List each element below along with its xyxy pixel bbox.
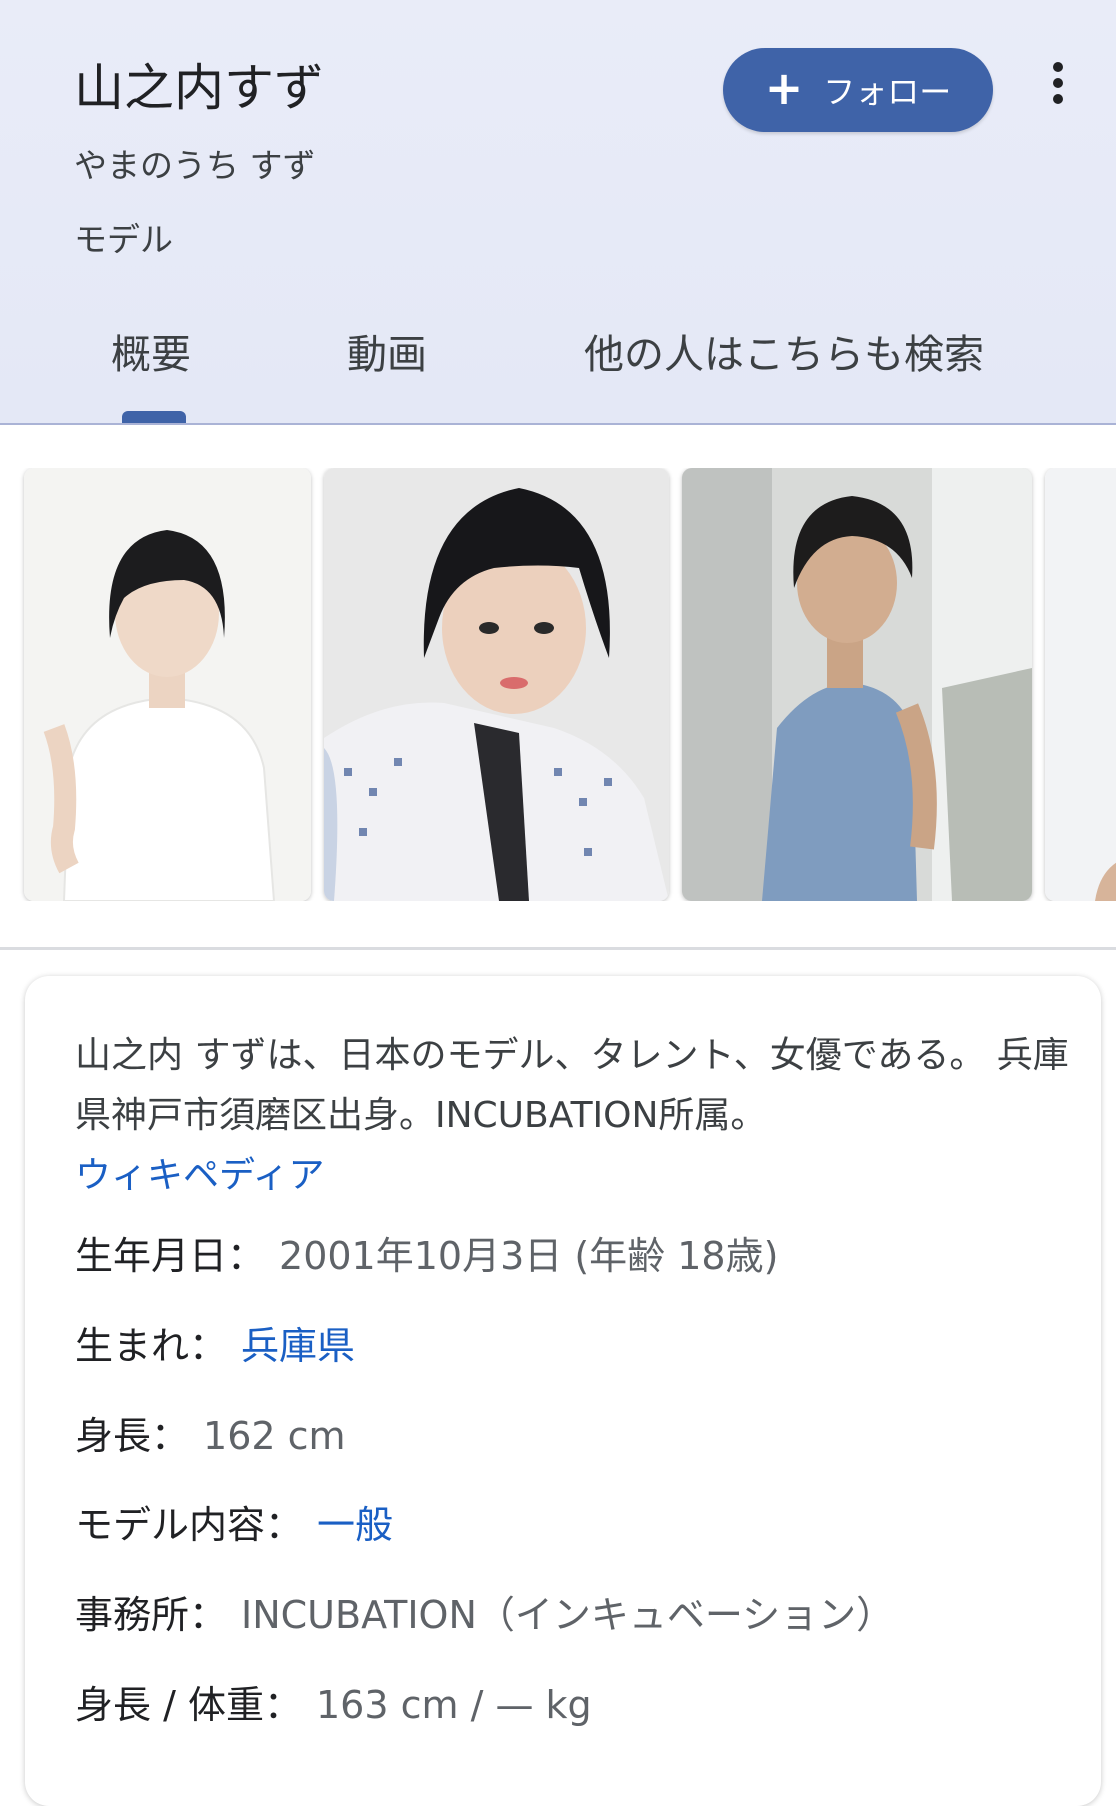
model-type-link[interactable]: 一般 <box>317 1503 393 1547</box>
fact-value: 162 cm <box>203 1414 346 1458</box>
entity-title: 山之内すず <box>74 59 324 117</box>
photo-4[interactable] <box>1045 468 1116 901</box>
tab-people-also-search[interactable]: 他の人はこちらも検索 <box>584 330 984 380</box>
fact-value: 163 cm / — kg <box>315 1683 592 1727</box>
tab-videos[interactable]: 動画 <box>347 330 427 380</box>
follow-button[interactable]: + フォロー <box>723 48 993 132</box>
fact-agency: 事務所： INCUBATION（インキュベーション） <box>75 1590 894 1640</box>
plus-icon: + <box>764 61 804 115</box>
photo-1[interactable] <box>24 468 311 901</box>
follow-label: フォロー <box>823 73 952 111</box>
fact-birthplace: 生まれ： 兵庫県 <box>75 1321 355 1371</box>
fact-value: INCUBATION（インキュベーション） <box>241 1593 895 1637</box>
section-divider <box>0 947 1116 950</box>
entity-occupation: モデル <box>74 220 173 259</box>
fact-key: 生年月日： <box>75 1234 266 1278</box>
fact-key: 生まれ： <box>75 1324 228 1368</box>
active-tab-indicator <box>122 411 186 423</box>
photo-3[interactable] <box>682 468 1032 901</box>
description-text: 山之内 すずは、日本のモデル、タレント、女優である。 兵庫県神戸市須磨区出身。I… <box>75 1035 1069 1136</box>
photo-2[interactable] <box>324 468 669 901</box>
image-carousel[interactable] <box>0 468 1116 901</box>
fact-key: 事務所： <box>75 1593 228 1637</box>
wikipedia-link[interactable]: ウィキペディア <box>75 1155 324 1196</box>
fact-height: 身長： 162 cm <box>75 1411 346 1461</box>
fact-value: 2001年10月3日 (年齢 18歳) <box>279 1234 779 1278</box>
fact-key: 身長 / 体重： <box>75 1683 302 1727</box>
knowledge-panel-header: 山之内すず やまのうち すず モデル + フォロー 概要 動画 他の人はこちらも… <box>0 0 1116 425</box>
overview-card: 山之内 すずは、日本のモデル、タレント、女優である。 兵庫県神戸市須磨区出身。I… <box>25 976 1101 1806</box>
fact-height-weight: 身長 / 体重： 163 cm / — kg <box>75 1680 592 1730</box>
more-options-icon[interactable] <box>1042 58 1074 108</box>
fact-model-type: モデル内容： 一般 <box>75 1500 393 1550</box>
description: 山之内 すずは、日本のモデル、タレント、女優である。 兵庫県神戸市須磨区出身。I… <box>75 1026 1075 1206</box>
fact-key: モデル内容： <box>75 1503 304 1547</box>
fact-birthdate: 生年月日： 2001年10月3日 (年齢 18歳) <box>75 1231 778 1281</box>
tab-overview[interactable]: 概要 <box>111 330 191 380</box>
entity-reading: やまのうち すず <box>74 146 316 185</box>
birthplace-link[interactable]: 兵庫県 <box>241 1324 355 1368</box>
fact-key: 身長： <box>75 1414 190 1458</box>
